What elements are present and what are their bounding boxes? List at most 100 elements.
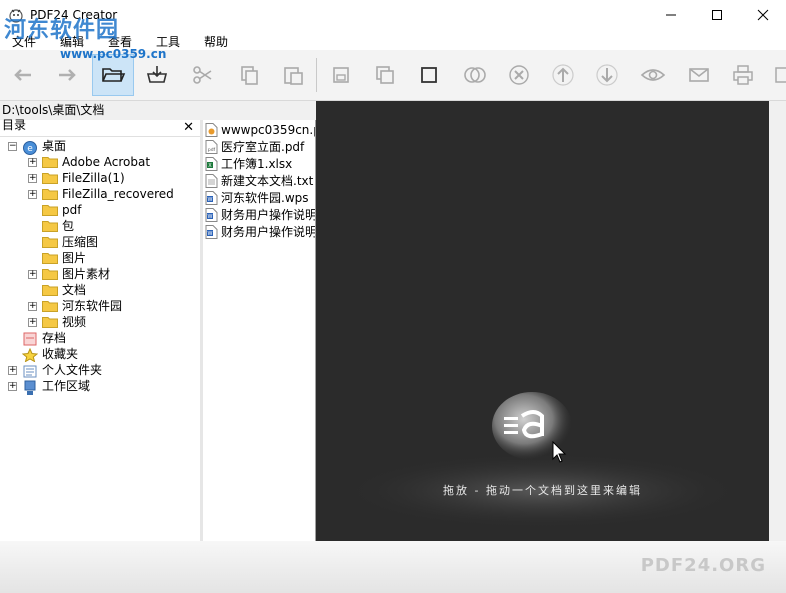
file-list-panel: wwwpc0359cn.p pdf 医疗室立面.pdf X 工作簿1.xlsx 新建文本文…	[203, 120, 316, 541]
toolbar: www.pc0359.cn	[0, 47, 786, 101]
folder-tree-panel: 目录 ✕ − e 桌面 + Adobe Acrobat + FileZilla(1) + Fil…	[0, 118, 201, 541]
file-name: 工作簿1.xlsx	[221, 157, 293, 171]
path-bar: D:\tools\桌面\文档	[0, 101, 316, 119]
svg-text:W: W	[208, 197, 213, 203]
expand-icon[interactable]: +	[28, 270, 37, 279]
tree-item[interactable]: + 图片素材	[0, 266, 198, 282]
expand-icon[interactable]: +	[28, 174, 37, 183]
email-button[interactable]	[678, 54, 720, 96]
expand-icon[interactable]: +	[28, 318, 37, 327]
tree-item[interactable]: 存档	[0, 330, 198, 346]
tree-item[interactable]: + 个人文件夹	[0, 362, 198, 378]
tree-close-button[interactable]: ✕	[183, 120, 194, 135]
import-icon	[146, 66, 168, 83]
drop-area[interactable]: 拖放 - 拖动一个文档到这里来编辑	[316, 101, 769, 541]
tree-item[interactable]: 收藏夹	[0, 346, 198, 363]
file-name: 医疗室立面.pdf	[221, 140, 305, 154]
pdf24-logo-icon	[492, 392, 572, 460]
watermark-url: www.pc0359.cn	[60, 47, 167, 61]
watermark-logo: 河东软件园	[4, 18, 120, 43]
cursor-icon	[552, 441, 567, 463]
tree-item-label: FileZilla(1)	[62, 171, 125, 185]
tree-item-label: 包	[62, 219, 75, 233]
tree-item[interactable]: 包	[0, 218, 198, 234]
tree-item[interactable]: + Adobe Acrobat	[0, 154, 198, 170]
drop-hint: 拖放 - 拖动一个文档到这里来编辑	[443, 484, 642, 497]
svg-text:W: W	[208, 231, 213, 237]
expand-icon[interactable]: +	[28, 190, 37, 199]
back-button[interactable]	[2, 54, 44, 96]
mail-icon	[689, 68, 709, 82]
page-button[interactable]	[408, 54, 450, 96]
folder-icon	[42, 284, 58, 296]
merge-button[interactable]	[454, 54, 496, 96]
more-button[interactable]	[766, 54, 786, 96]
minimize-button[interactable]	[648, 0, 694, 30]
close-button[interactable]	[740, 0, 786, 30]
folder-icon	[42, 220, 58, 232]
svg-text:W: W	[208, 214, 213, 220]
collapse-icon[interactable]: −	[8, 142, 17, 151]
expand-icon[interactable]: +	[8, 382, 17, 391]
expand-icon[interactable]: +	[28, 302, 37, 311]
more-icon	[775, 67, 786, 83]
tree-item[interactable]: 图片	[0, 250, 198, 266]
tree-item[interactable]: pdf	[0, 202, 198, 218]
tree-item-label: FileZilla_recovered	[62, 187, 174, 201]
vertical-scrollbar[interactable]	[769, 101, 786, 541]
desktop-icon: e	[22, 140, 38, 155]
expand-icon[interactable]: +	[28, 158, 37, 167]
tree-item[interactable]: 文档	[0, 282, 198, 298]
folder-icon	[42, 204, 58, 216]
scissors-icon	[193, 66, 212, 84]
folder-icon	[42, 188, 58, 200]
move-down-button[interactable]	[586, 54, 628, 96]
save-as-button[interactable]	[364, 54, 406, 96]
tree-item[interactable]: − e 桌面	[0, 138, 198, 155]
tree-item[interactable]: + 河东软件园	[0, 298, 198, 314]
save-button[interactable]	[320, 54, 362, 96]
doc-file-icon: W	[205, 208, 218, 222]
tree-title: 目录	[2, 118, 27, 132]
maximize-button[interactable]	[694, 0, 740, 30]
copy-button[interactable]	[228, 54, 270, 96]
favorites-star-icon	[21, 347, 39, 363]
minimize-icon	[666, 14, 676, 16]
folder-icon	[42, 316, 58, 328]
folder-icon	[42, 156, 58, 168]
print-button[interactable]	[722, 54, 764, 96]
archive-icon	[22, 332, 38, 346]
eye-icon	[640, 69, 666, 81]
folder-icon	[42, 300, 58, 312]
tree-item[interactable]: + 工作区域	[0, 378, 198, 395]
cut-button[interactable]	[182, 54, 224, 96]
tree-item-label: 文档	[62, 283, 87, 297]
file-name: 财务用户操作说明	[221, 208, 316, 222]
move-up-button[interactable]	[542, 54, 584, 96]
folder-icon	[42, 268, 58, 280]
file-name: 新建文本文档.txt	[221, 174, 314, 188]
toolbar-separator	[316, 58, 317, 92]
printer-icon	[733, 65, 753, 85]
arrow-up-icon	[552, 64, 574, 86]
tree-item-label: 收藏夹	[42, 347, 79, 361]
tree-item[interactable]: + 视频	[0, 314, 198, 330]
paste-button[interactable]	[272, 54, 314, 96]
preview-button[interactable]	[632, 54, 674, 96]
delete-button[interactable]	[498, 54, 540, 96]
tree-item[interactable]: + FileZilla_recovered	[0, 186, 198, 202]
copy-icon	[241, 66, 258, 85]
tree-item-label: pdf	[62, 203, 82, 217]
tree-item-label: 图片素材	[62, 267, 111, 281]
file-name: 河东软件园.wps	[221, 191, 309, 205]
tree-item-label: 工作区域	[42, 379, 91, 393]
tree-item-label: 存档	[42, 331, 67, 345]
pdf-file-icon: pdf	[205, 140, 218, 154]
tree-item-label: 桌面	[42, 139, 67, 153]
tree-item[interactable]: 压缩图	[0, 234, 198, 250]
tree-item[interactable]: + FileZilla(1)	[0, 170, 198, 186]
tree-item-label: 压缩图	[62, 235, 99, 249]
expand-icon[interactable]: +	[8, 366, 17, 375]
square-icon	[421, 67, 437, 83]
menu-help[interactable]: 帮助	[204, 33, 228, 50]
